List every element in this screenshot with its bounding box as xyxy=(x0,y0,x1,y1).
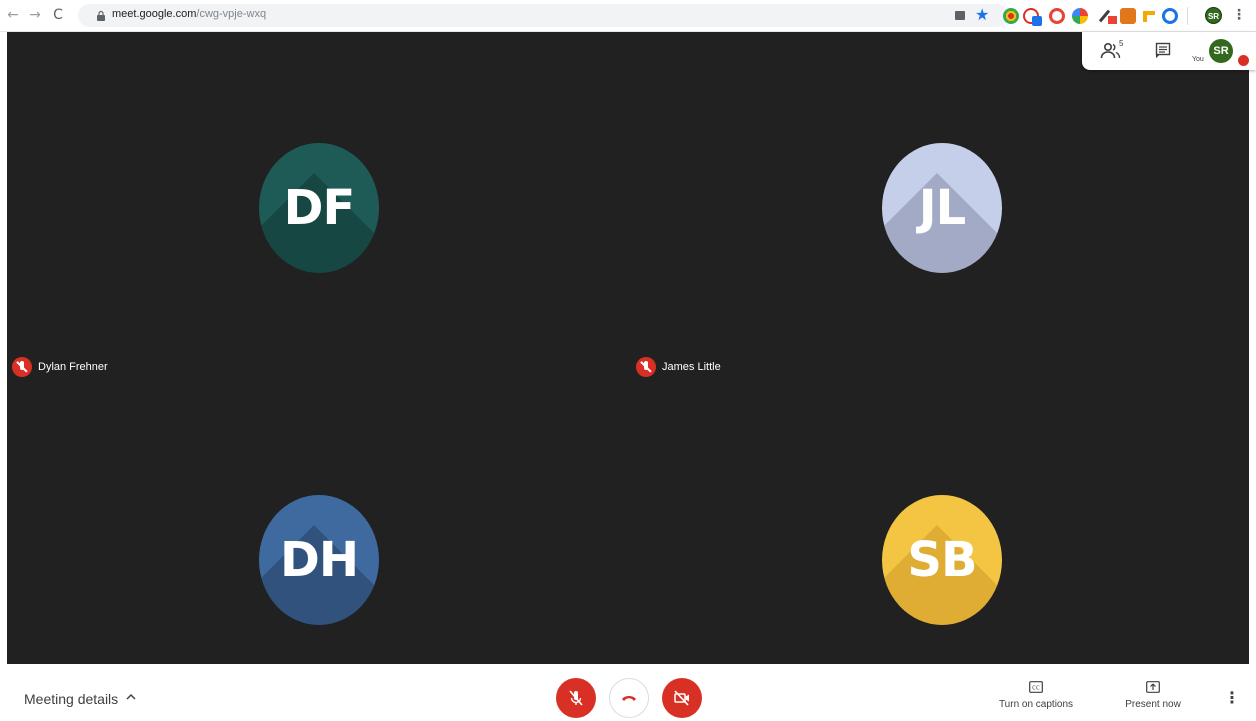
participant-initials: DH xyxy=(279,532,359,588)
cast-icon[interactable] xyxy=(955,11,965,20)
participant-initials: SB xyxy=(907,532,977,588)
closed-captions-icon: CC xyxy=(1029,681,1043,693)
extension-flag-icon[interactable] xyxy=(1141,8,1157,24)
extension-target-icon[interactable] xyxy=(1003,8,1019,24)
browser-menu-icon[interactable]: ⋮ xyxy=(1232,7,1246,25)
camera-toggle-button[interactable] xyxy=(662,678,702,718)
extension-pen-icon[interactable] xyxy=(1098,8,1117,24)
participant-tile: DH xyxy=(7,348,628,664)
extension-circle-icon[interactable] xyxy=(1162,8,1178,24)
microphone-toggle-button[interactable] xyxy=(556,678,596,718)
extension-ring-icon[interactable] xyxy=(1049,8,1065,24)
chat-icon[interactable] xyxy=(1155,42,1171,58)
url-path: /cwg-vpje-wxq xyxy=(196,8,267,20)
call-info-panel: 5 You SR xyxy=(1082,32,1256,70)
reload-icon[interactable]: C xyxy=(49,6,67,24)
browser-toolbar: ← → C meet.google.com/cwg-vpje-wxq ★ SR … xyxy=(0,0,1256,32)
present-screen-icon xyxy=(1146,681,1160,693)
camera-off-icon xyxy=(674,690,689,706)
lock-icon xyxy=(97,10,105,21)
meeting-stage: DF Dylan Frehner JL James Little DH SB xyxy=(7,32,1249,664)
participant-tile: SB xyxy=(631,348,1252,664)
browser-profile-avatar[interactable]: SR xyxy=(1205,7,1222,24)
back-arrow-icon[interactable]: ← xyxy=(4,6,22,24)
chevron-up-icon[interactable] xyxy=(125,691,137,703)
call-control-bar: Meeting details CC Turn on captions Pres… xyxy=(0,664,1256,721)
participant-initials: JL xyxy=(918,180,966,236)
participant-initials: DF xyxy=(283,180,356,236)
participant-tile: JL James Little xyxy=(631,32,1252,378)
participant-tile: DF Dylan Frehner xyxy=(7,32,628,378)
participant-avatar: SB xyxy=(882,495,1002,625)
self-label: You xyxy=(1192,56,1204,63)
captions-label: Turn on captions xyxy=(998,699,1074,710)
present-now-button[interactable]: Present now xyxy=(1118,681,1188,710)
hang-up-button[interactable] xyxy=(609,678,649,718)
present-label: Present now xyxy=(1125,699,1181,710)
meeting-details-button[interactable]: Meeting details xyxy=(24,691,118,707)
toolbar-divider xyxy=(1187,7,1188,25)
self-mic-off-icon xyxy=(1238,55,1249,66)
bookmark-star-icon[interactable]: ★ xyxy=(975,5,991,25)
self-avatar[interactable]: SR xyxy=(1209,39,1233,63)
more-options-icon[interactable]: ⋮ xyxy=(1224,690,1240,708)
participant-avatar: JL xyxy=(882,143,1002,273)
url-domain: meet.google.com xyxy=(112,8,197,20)
participant-avatar: DH xyxy=(259,495,379,625)
captions-button[interactable]: CC Turn on captions xyxy=(992,681,1080,710)
forward-arrow-icon[interactable]: → xyxy=(26,6,44,24)
extension-badge-counter-icon xyxy=(1032,16,1042,26)
participant-avatar: DF xyxy=(259,143,379,273)
svg-text:CC: CC xyxy=(1032,686,1040,692)
extension-colorwheel-icon[interactable] xyxy=(1072,8,1088,24)
mic-off-icon xyxy=(569,690,583,706)
url-text[interactable]: meet.google.com/cwg-vpje-wxq xyxy=(112,8,266,20)
participant-count: 5 xyxy=(1119,39,1124,48)
phone-hangup-icon xyxy=(622,696,636,701)
extension-fox-icon[interactable] xyxy=(1120,8,1136,24)
